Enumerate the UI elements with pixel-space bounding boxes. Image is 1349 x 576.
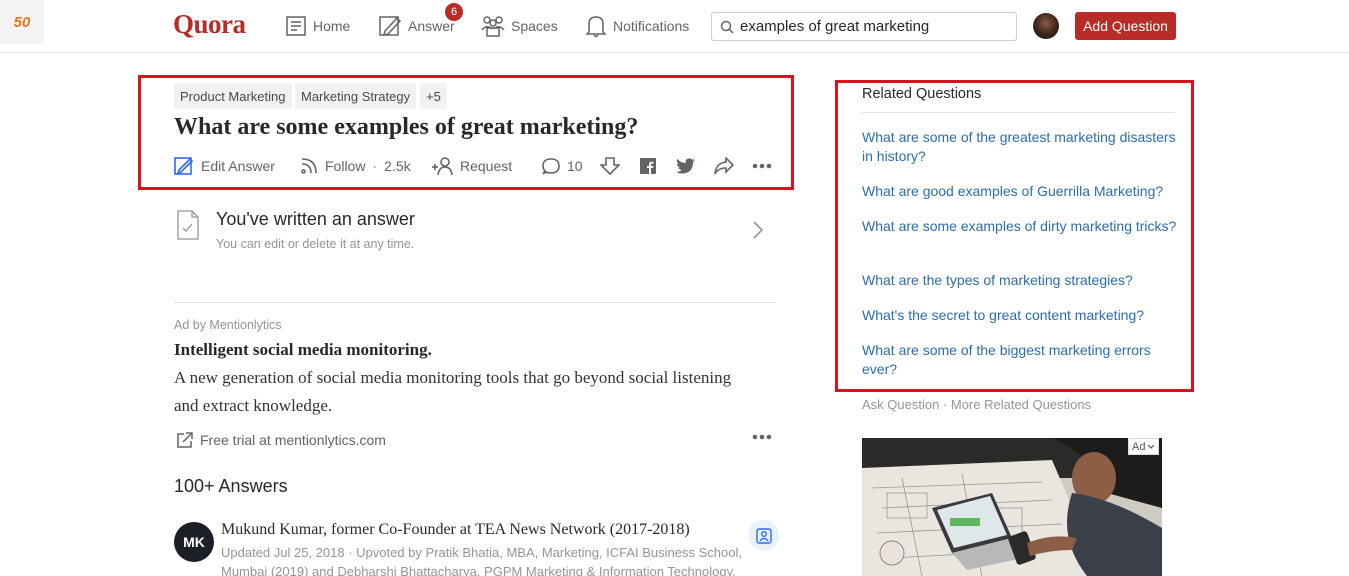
external-link-icon: [177, 432, 193, 448]
comment-count: 10: [567, 158, 583, 174]
related-footer-links[interactable]: Ask Question · More Related Questions: [862, 397, 1091, 412]
answer-count-badge: 6: [445, 3, 463, 21]
related-question-link[interactable]: What are the types of marketing strategi…: [862, 271, 1182, 290]
written-answer-title[interactable]: You've written an answer: [216, 209, 415, 230]
nav-home[interactable]: Home: [285, 12, 350, 40]
nav-notifications[interactable]: Notifications: [585, 12, 689, 40]
related-questions-title: Related Questions: [862, 86, 982, 102]
chevron-down-icon: [1148, 444, 1155, 449]
comment-icon: [542, 158, 560, 175]
section-divider: [174, 302, 776, 303]
ad-external-link[interactable]: Free trial at mentionlytics.com: [176, 431, 386, 449]
request-button[interactable]: Request: [431, 154, 512, 178]
share-button[interactable]: [714, 154, 734, 178]
written-answer-subtitle: You can edit or delete it at any time.: [216, 237, 415, 251]
nav-notifications-label: Notifications: [613, 18, 690, 34]
ad-tag-label: Ad: [1132, 440, 1146, 453]
avatar-initials: MK: [183, 534, 205, 550]
top-nav-bar: 50 Quora Home Answer 6 Spaces Notificati…: [0, 0, 1349, 53]
sidebar-ad-image[interactable]: [862, 438, 1162, 576]
search-icon: [720, 20, 734, 34]
answer-author-avatar[interactable]: MK: [174, 522, 214, 562]
ad-body[interactable]: A new generation of social media monitor…: [174, 364, 744, 420]
comments-button[interactable]: 10: [542, 154, 583, 178]
related-question-link[interactable]: What's the secret to great content marke…: [862, 306, 1182, 325]
related-divider: [862, 112, 1175, 113]
more-dots-icon: [752, 163, 772, 169]
home-icon: [286, 16, 306, 36]
rss-follow-icon: [301, 158, 317, 174]
share-twitter-button[interactable]: [676, 154, 695, 178]
follow-count: 2.5k: [384, 158, 411, 174]
quora-logo[interactable]: Quora: [173, 9, 246, 40]
answer-meta: Updated Jul 25, 2018 · Upvoted by Pratik…: [221, 545, 742, 576]
answers-count-heading: 100+ Answers: [174, 476, 288, 496]
related-question-link[interactable]: What are some examples of dirty marketin…: [862, 217, 1182, 236]
extension-badge: 50: [13, 13, 31, 31]
ad-title[interactable]: Intelligent social media monitoring.: [174, 340, 432, 360]
share-arrow-icon: [714, 157, 734, 175]
topic-tag[interactable]: Product Marketing: [174, 83, 292, 109]
follow-user-icon: [755, 527, 772, 544]
browser-extension-icon[interactable]: 50: [0, 0, 44, 44]
ad-sponsor-label: Ad by Mentionlytics: [174, 318, 282, 332]
spaces-icon: [481, 16, 505, 37]
topic-tag[interactable]: Marketing Strategy: [295, 83, 417, 109]
nav-home-label: Home: [313, 18, 351, 34]
chevron-right-icon[interactable]: [752, 220, 764, 240]
request-user-icon: [432, 157, 453, 176]
request-label: Request: [460, 158, 513, 174]
ad-link-label: Free trial at mentionlytics.com: [200, 432, 386, 448]
nav-spaces[interactable]: Spaces: [481, 12, 558, 40]
pencil-icon: [379, 16, 402, 37]
search-input-value: examples of great marketing: [740, 18, 930, 35]
downvote-button[interactable]: [600, 154, 620, 178]
question-title[interactable]: What are some examples of great marketin…: [174, 114, 638, 141]
ad-more-dots-icon[interactable]: [752, 434, 772, 440]
ad-choice-tag[interactable]: Ad: [1128, 438, 1160, 455]
more-topics-tag[interactable]: +5: [420, 83, 447, 109]
edit-pencil-icon: [174, 157, 194, 175]
twitter-icon: [676, 158, 695, 174]
nav-spaces-label: Spaces: [511, 18, 558, 34]
related-question-link[interactable]: What are some of the greatest marketing …: [862, 128, 1182, 166]
related-question-link[interactable]: What are some of the biggest marketing e…: [862, 341, 1182, 379]
user-avatar[interactable]: [1033, 13, 1059, 39]
related-question-link[interactable]: What are good examples of Guerrilla Mark…: [862, 182, 1182, 201]
downvote-arrow-icon: [600, 157, 620, 176]
nav-answer-label: Answer: [408, 18, 455, 34]
share-facebook-button[interactable]: [640, 154, 656, 178]
document-check-icon: [177, 210, 199, 240]
follow-button[interactable]: Follow · 2.5k: [300, 154, 411, 178]
facebook-icon: [640, 158, 656, 174]
answer-author-name[interactable]: Mukund Kumar, former Co-Founder at TEA N…: [221, 521, 690, 539]
edit-answer-label: Edit Answer: [201, 158, 275, 174]
edit-answer-button[interactable]: Edit Answer: [174, 154, 275, 178]
separator-dot: ·: [372, 158, 378, 174]
bell-icon: [585, 16, 607, 38]
ad-photo-illustration: [862, 438, 1162, 576]
follow-label: Follow: [325, 158, 366, 174]
more-options-button[interactable]: [752, 154, 772, 178]
follow-author-button[interactable]: [748, 520, 779, 551]
nav-answer[interactable]: Answer: [378, 12, 455, 40]
add-question-button[interactable]: Add Question: [1075, 12, 1176, 40]
search-input[interactable]: examples of great marketing: [711, 12, 1017, 41]
